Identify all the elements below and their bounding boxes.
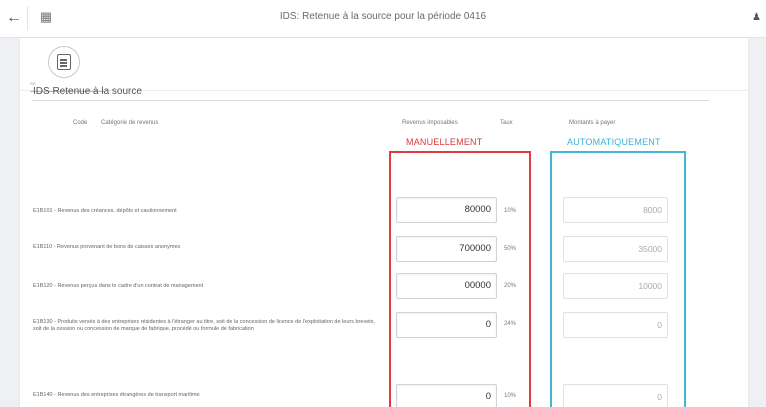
tab-icon-circle [48, 46, 80, 78]
amount-field: 8000 [563, 197, 668, 223]
income-input[interactable]: 700000 [396, 236, 497, 262]
row-label: E1B130 - Produits versés à des entrepris… [33, 319, 376, 332]
section-divider [32, 100, 709, 101]
header-income: Revenus imposables [402, 120, 458, 126]
rate-value: 10% [504, 393, 517, 399]
annotation-auto: AUTOMATIQUEMENT [567, 137, 661, 147]
header-amount: Montants à payer [569, 120, 616, 126]
rate-value: 10% [504, 208, 517, 214]
row-label: E1B101 - Revenus des créances, dépôts et… [33, 208, 177, 214]
top-bar: ← ▦ IDS: Retenue à la source pour la pér… [0, 0, 766, 38]
income-input[interactable]: 80000 [396, 197, 497, 223]
amount-field: 10000 [563, 273, 668, 299]
document-icon [57, 54, 71, 70]
header-rate: Taux [500, 120, 513, 126]
section-title: IDS Retenue à la source [33, 86, 142, 97]
income-input[interactable]: 0 [396, 384, 497, 407]
rate-value: 20% [504, 283, 517, 289]
rate-value: 24% [504, 321, 517, 327]
income-input[interactable]: 0 [396, 312, 497, 338]
row-label: E1B120 - Revenus perçus dans le cadre d'… [33, 283, 204, 289]
user-icon[interactable]: ♟ [752, 11, 762, 25]
page-title: IDS: Retenue à la source pour la période… [279, 11, 487, 22]
annotation-manual: MANUELLEMENT [406, 137, 483, 147]
header-category: Catégorie de revenus [101, 120, 159, 126]
row-label: E1B110 - Revenus provenant de bons de ca… [33, 244, 181, 250]
row-label: E1B140 - Revenus des entreprises étrangè… [33, 392, 200, 398]
income-input[interactable]: 00000 [396, 273, 497, 299]
rate-value: 50% [504, 246, 517, 252]
tab-rs[interactable]: RS [30, 42, 104, 92]
amount-field: 35000 [563, 236, 668, 262]
amount-field: 0 [563, 312, 668, 338]
amount-field: 0 [563, 384, 668, 407]
header-code: Code [73, 120, 88, 126]
